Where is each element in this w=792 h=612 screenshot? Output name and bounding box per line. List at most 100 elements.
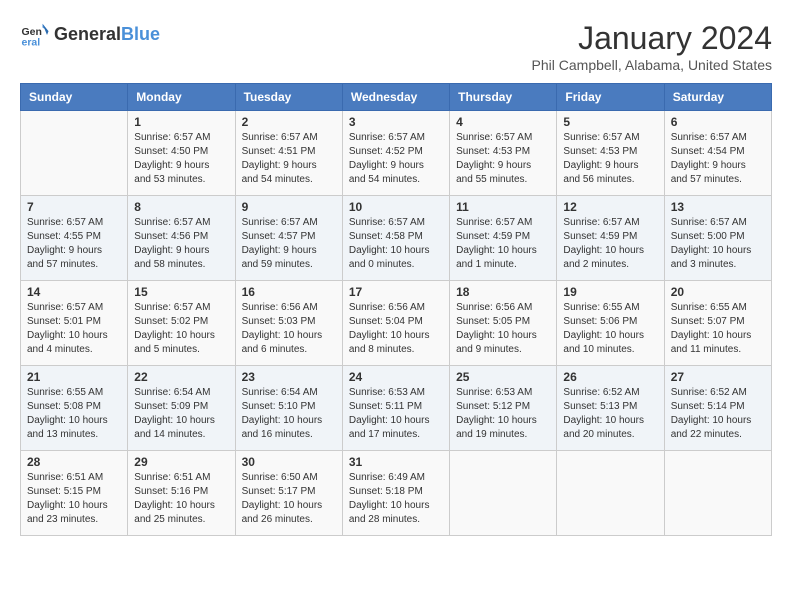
day-info: Sunrise: 6:57 AMSunset: 5:02 PMDaylight:… <box>134 301 228 357</box>
day-info: Sunrise: 6:57 AMSunset: 4:55 PMDaylight:… <box>27 216 121 272</box>
day-info: Sunrise: 6:57 AMSunset: 4:51 PMDaylight:… <box>242 131 336 187</box>
day-number: 3 <box>349 115 443 129</box>
calendar-cell: 2 Sunrise: 6:57 AMSunset: 4:51 PMDaylight… <box>235 111 342 196</box>
day-number: 30 <box>242 455 336 469</box>
page-header: Gen eral GeneralBlue January 2024 Phil C… <box>20 20 772 73</box>
day-info: Sunrise: 6:56 AMSunset: 5:03 PMDaylight:… <box>242 301 336 357</box>
calendar-cell: 25Sunrise: 6:53 AMSunset: 5:12 PMDayligh… <box>450 366 557 451</box>
day-number: 12 <box>563 200 657 214</box>
day-number: 29 <box>134 455 228 469</box>
calendar-cell: 12 Sunrise: 6:57 AMSunset: 4:59 PMDayligh… <box>557 196 664 281</box>
day-number: 2 <box>242 115 336 129</box>
day-info: Sunrise: 6:52 AMSunset: 5:13 PMDaylight:… <box>563 386 657 442</box>
day-number: 18 <box>456 285 550 299</box>
calendar-cell: 16 Sunrise: 6:56 AMSunset: 5:03 PMDayligh… <box>235 281 342 366</box>
day-number: 14 <box>27 285 121 299</box>
day-number: 15 <box>134 285 228 299</box>
calendar-cell: 10Sunrise: 6:57 AMSunset: 4:58 PMDayligh… <box>342 196 449 281</box>
day-number: 28 <box>27 455 121 469</box>
day-info: Sunrise: 6:52 AMSunset: 5:14 PMDaylight:… <box>671 386 765 442</box>
day-info: Sunrise: 6:55 AMSunset: 5:08 PMDaylight:… <box>27 386 121 442</box>
day-number: 17 <box>349 285 443 299</box>
calendar-week-row: 7 Sunrise: 6:57 AMSunset: 4:55 PMDaylight… <box>21 196 772 281</box>
day-number: 19 <box>563 285 657 299</box>
calendar-cell: 1 Sunrise: 6:57 AMSunset: 4:50 PMDaylight… <box>128 111 235 196</box>
day-info: Sunrise: 6:57 AMSunset: 4:54 PMDaylight:… <box>671 131 765 187</box>
day-number: 25 <box>456 370 550 384</box>
day-number: 6 <box>671 115 765 129</box>
calendar-cell: 7 Sunrise: 6:57 AMSunset: 4:55 PMDaylight… <box>21 196 128 281</box>
weekday-header: Monday <box>128 84 235 111</box>
day-number: 21 <box>27 370 121 384</box>
calendar-cell: 4Sunrise: 6:57 AMSunset: 4:53 PMDaylight… <box>450 111 557 196</box>
day-info: Sunrise: 6:57 AMSunset: 4:53 PMDaylight:… <box>563 131 657 187</box>
calendar-cell: 9 Sunrise: 6:57 AMSunset: 4:57 PMDaylight… <box>235 196 342 281</box>
day-number: 1 <box>134 115 228 129</box>
day-info: Sunrise: 6:57 AMSunset: 5:00 PMDaylight:… <box>671 216 765 272</box>
day-number: 10 <box>349 200 443 214</box>
calendar: SundayMondayTuesdayWednesdayThursdayFrid… <box>20 83 772 536</box>
calendar-cell: 17 Sunrise: 6:56 AMSunset: 5:04 PMDayligh… <box>342 281 449 366</box>
calendar-cell: 26 Sunrise: 6:52 AMSunset: 5:13 PMDayligh… <box>557 366 664 451</box>
calendar-cell: 13 Sunrise: 6:57 AMSunset: 5:00 PMDayligh… <box>664 196 771 281</box>
day-info: Sunrise: 6:57 AMSunset: 4:59 PMDaylight:… <box>456 216 550 272</box>
logo: Gen eral GeneralBlue <box>20 20 160 50</box>
calendar-cell: 15 Sunrise: 6:57 AMSunset: 5:02 PMDayligh… <box>128 281 235 366</box>
weekday-header: Saturday <box>664 84 771 111</box>
day-info: Sunrise: 6:56 AMSunset: 5:04 PMDaylight:… <box>349 301 443 357</box>
day-number: 26 <box>563 370 657 384</box>
calendar-week-row: 28 Sunrise: 6:51 AMSunset: 5:15 PMDayligh… <box>21 451 772 536</box>
day-info: Sunrise: 6:54 AMSunset: 5:09 PMDaylight:… <box>134 386 228 442</box>
day-number: 13 <box>671 200 765 214</box>
calendar-cell <box>664 451 771 536</box>
logo-icon: Gen eral <box>20 20 50 50</box>
day-info: Sunrise: 6:57 AMSunset: 4:56 PMDaylight:… <box>134 216 228 272</box>
location: Phil Campbell, Alabama, United States <box>532 57 772 73</box>
day-info: Sunrise: 6:51 AMSunset: 5:15 PMDaylight:… <box>27 471 121 527</box>
day-number: 9 <box>242 200 336 214</box>
calendar-cell: 31Sunrise: 6:49 AMSunset: 5:18 PMDayligh… <box>342 451 449 536</box>
day-number: 22 <box>134 370 228 384</box>
day-info: Sunrise: 6:57 AMSunset: 4:53 PMDaylight:… <box>456 131 550 187</box>
day-info: Sunrise: 6:55 AMSunset: 5:07 PMDaylight:… <box>671 301 765 357</box>
calendar-cell: 27 Sunrise: 6:52 AMSunset: 5:14 PMDayligh… <box>664 366 771 451</box>
calendar-week-row: 1 Sunrise: 6:57 AMSunset: 4:50 PMDaylight… <box>21 111 772 196</box>
day-info: Sunrise: 6:54 AMSunset: 5:10 PMDaylight:… <box>242 386 336 442</box>
calendar-header-row: SundayMondayTuesdayWednesdayThursdayFrid… <box>21 84 772 111</box>
day-number: 20 <box>671 285 765 299</box>
day-number: 8 <box>134 200 228 214</box>
calendar-cell: 24Sunrise: 6:53 AMSunset: 5:11 PMDayligh… <box>342 366 449 451</box>
title-area: January 2024 Phil Campbell, Alabama, Uni… <box>532 20 772 73</box>
calendar-cell: 20 Sunrise: 6:55 AMSunset: 5:07 PMDayligh… <box>664 281 771 366</box>
calendar-week-row: 21 Sunrise: 6:55 AMSunset: 5:08 PMDayligh… <box>21 366 772 451</box>
calendar-cell: 29Sunrise: 6:51 AMSunset: 5:16 PMDayligh… <box>128 451 235 536</box>
svg-text:eral: eral <box>22 37 41 49</box>
day-info: Sunrise: 6:57 AMSunset: 4:50 PMDaylight:… <box>134 131 228 187</box>
day-info: Sunrise: 6:57 AMSunset: 4:57 PMDaylight:… <box>242 216 336 272</box>
day-number: 7 <box>27 200 121 214</box>
calendar-cell: 5 Sunrise: 6:57 AMSunset: 4:53 PMDaylight… <box>557 111 664 196</box>
calendar-cell <box>557 451 664 536</box>
calendar-cell <box>450 451 557 536</box>
calendar-cell: 6 Sunrise: 6:57 AMSunset: 4:54 PMDaylight… <box>664 111 771 196</box>
calendar-cell: 22 Sunrise: 6:54 AMSunset: 5:09 PMDayligh… <box>128 366 235 451</box>
day-info: Sunrise: 6:57 AMSunset: 4:52 PMDaylight:… <box>349 131 443 187</box>
day-number: 27 <box>671 370 765 384</box>
calendar-cell: 21 Sunrise: 6:55 AMSunset: 5:08 PMDayligh… <box>21 366 128 451</box>
day-info: Sunrise: 6:57 AMSunset: 5:01 PMDaylight:… <box>27 301 121 357</box>
logo-text: GeneralBlue <box>54 25 160 45</box>
weekday-header: Wednesday <box>342 84 449 111</box>
calendar-cell: 18Sunrise: 6:56 AMSunset: 5:05 PMDayligh… <box>450 281 557 366</box>
calendar-cell: 11Sunrise: 6:57 AMSunset: 4:59 PMDayligh… <box>450 196 557 281</box>
calendar-cell: 3 Sunrise: 6:57 AMSunset: 4:52 PMDaylight… <box>342 111 449 196</box>
day-number: 24 <box>349 370 443 384</box>
day-number: 16 <box>242 285 336 299</box>
calendar-cell: 23Sunrise: 6:54 AMSunset: 5:10 PMDayligh… <box>235 366 342 451</box>
day-info: Sunrise: 6:57 AMSunset: 4:59 PMDaylight:… <box>563 216 657 272</box>
calendar-cell: 8 Sunrise: 6:57 AMSunset: 4:56 PMDaylight… <box>128 196 235 281</box>
calendar-cell: 19Sunrise: 6:55 AMSunset: 5:06 PMDayligh… <box>557 281 664 366</box>
day-number: 5 <box>563 115 657 129</box>
day-info: Sunrise: 6:49 AMSunset: 5:18 PMDaylight:… <box>349 471 443 527</box>
weekday-header: Tuesday <box>235 84 342 111</box>
month-title: January 2024 <box>532 20 772 57</box>
